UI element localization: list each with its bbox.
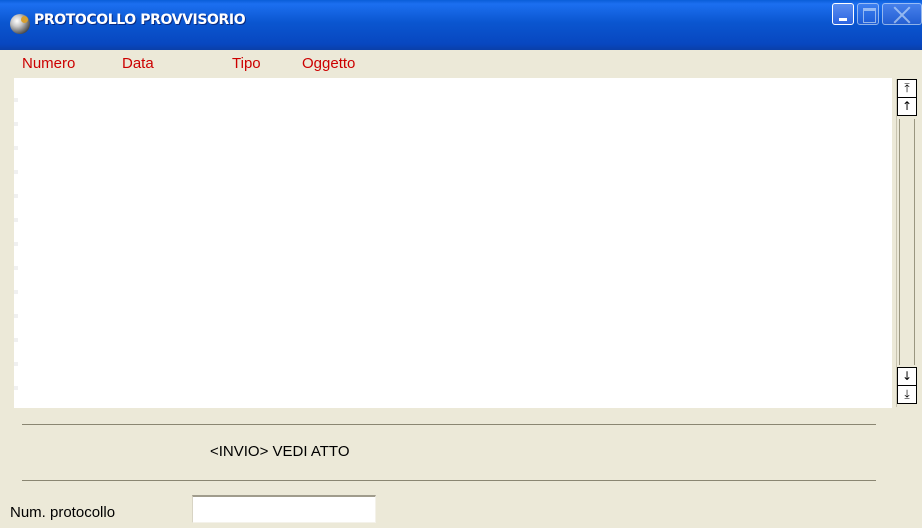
scroll-track[interactable]	[899, 119, 915, 365]
divider-bottom	[22, 480, 876, 481]
num-protocollo-input[interactable]	[192, 495, 376, 523]
maximize-button[interactable]	[857, 3, 879, 25]
enter-hint: <INVIO> VEDI ATTO	[210, 443, 350, 460]
list-row-markers	[14, 78, 18, 408]
minimize-button[interactable]	[832, 3, 854, 25]
close-button[interactable]	[882, 3, 922, 25]
app-icon	[10, 14, 30, 34]
scroll-bottom-icon[interactable]: ⤓	[897, 385, 917, 404]
column-header-data: Data	[122, 55, 154, 72]
list-scrollbar[interactable]: ⤒ ↑ ↓ ⤓	[896, 79, 918, 407]
protocol-list[interactable]	[14, 78, 892, 408]
window: PROTOCOLLO PROVVISORIO Numero Data Tipo …	[0, 0, 922, 528]
column-header-tipo: Tipo	[232, 55, 261, 72]
title-bar[interactable]: PROTOCOLLO PROVVISORIO	[0, 0, 922, 50]
divider-top	[22, 424, 876, 425]
column-header-numero: Numero	[22, 55, 76, 72]
num-protocollo-label: Num. protocollo	[10, 504, 116, 521]
scroll-down-icon[interactable]: ↓	[897, 367, 917, 386]
scroll-up-icon[interactable]: ↑	[897, 97, 917, 116]
column-header-oggetto: Oggetto	[302, 55, 356, 72]
window-title: PROTOCOLLO PROVVISORIO	[34, 12, 246, 28]
scroll-top-icon[interactable]: ⤒	[897, 79, 917, 98]
